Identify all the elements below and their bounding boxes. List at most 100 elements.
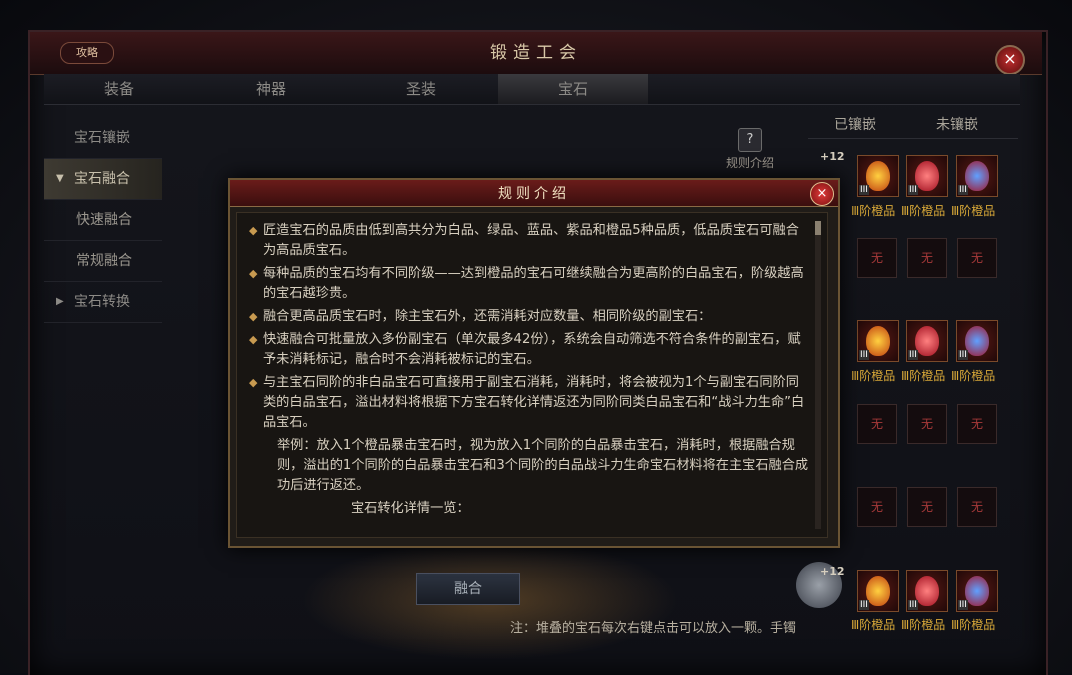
- gem-level-badge: III: [958, 185, 968, 195]
- gem-label: Ⅲ阶橙品: [951, 618, 996, 632]
- life-gem-icon: [915, 576, 939, 606]
- gem-label: Ⅲ阶橙品: [901, 369, 946, 383]
- rule-paragraph: ◆ 融合更高品质宝石时，除主宝石外，还需消耗对应数量、相同阶级的副宝石：: [249, 307, 809, 327]
- gem-slot[interactable]: III: [857, 155, 899, 197]
- bracelet-enhance-level: +12: [820, 565, 845, 578]
- empty-slot[interactable]: 无: [907, 487, 947, 527]
- gem-label: Ⅲ阶橙品: [851, 618, 896, 632]
- dialog-body: ◆ 匠造宝石的品质由低到高共分为白品、绿品、蓝品、紫品和橙品5种品质，低品质宝石可…: [236, 212, 828, 538]
- gem-slot[interactable]: III: [906, 155, 948, 197]
- life-gem-icon: [915, 326, 939, 356]
- defense-gem-icon: [965, 161, 989, 191]
- empty-slot[interactable]: 无: [907, 404, 947, 444]
- hint-note: 注：堆叠的宝石每次右键点击可以放入一颗。手镯: [510, 621, 797, 636]
- right-tab-bar: 已镶嵌 未镶嵌: [808, 110, 1018, 139]
- empty-slot[interactable]: 无: [857, 238, 897, 278]
- close-icon[interactable]: ×: [810, 182, 834, 206]
- rules-text: ◆ 匠造宝石的品质由低到高共分为白品、绿品、蓝品、紫品和橙品5种品质，低品质宝石可…: [249, 221, 809, 519]
- rule-example: 举例：放入1个橙品暴击宝石时，视为放入1个同阶的白品暴击宝石，消耗时，根据融合规…: [277, 438, 809, 493]
- gem-level-badge: III: [958, 600, 968, 610]
- gem-slot[interactable]: III: [956, 320, 998, 362]
- rule-text: 匠造宝石的品质由低到高共分为白品、绿品、蓝品、紫品和橙品5种品质，低品质宝石可融…: [263, 223, 799, 258]
- tab-not-inlaid[interactable]: 未镶嵌: [936, 114, 978, 134]
- empty-slot[interactable]: 无: [857, 487, 897, 527]
- crit-gem-icon: [866, 326, 890, 356]
- gem-label: Ⅲ阶橙品: [851, 369, 896, 383]
- gem-slot[interactable]: III: [956, 570, 998, 612]
- sidebar-item-gem-convert[interactable]: ▶ 宝石转换: [44, 282, 162, 323]
- gem-label: Ⅲ阶橙品: [851, 204, 896, 218]
- rule-text: 融合更高品质宝石时，除主宝石外，还需消耗对应数量、相同阶级的副宝石：: [263, 309, 712, 324]
- rule-paragraph: ◆ 匠造宝石的品质由低到高共分为白品、绿品、蓝品、紫品和橙品5种品质，低品质宝石可…: [249, 221, 809, 261]
- tab-inlaid[interactable]: 已镶嵌: [834, 114, 876, 134]
- rule-intro-button[interactable]: ? 规则介绍: [722, 128, 778, 171]
- gem-label: Ⅲ阶橙品: [951, 369, 996, 383]
- rules-dialog: 规则介绍 × ◆ 匠造宝石的品质由低到高共分为白品、绿品、蓝品、紫品和橙品5种品质…: [228, 178, 840, 548]
- guide-button[interactable]: 攻略: [60, 42, 114, 64]
- tab-bar: 装备 神器 圣装 宝石: [44, 74, 1020, 105]
- gem-level-badge: III: [958, 350, 968, 360]
- rule-text: 快速融合可批量放入多份副宝石（单次最多42份），系统会自动筛选不符合条件的副宝石…: [263, 332, 801, 367]
- gem-level-badge: III: [908, 185, 918, 195]
- sidebar-item-label: 快速融合: [76, 212, 132, 228]
- window-title: 锻造工会: [490, 43, 582, 63]
- gem-level-badge: III: [859, 600, 869, 610]
- gem-slot[interactable]: III: [906, 320, 948, 362]
- sidebar-item-label: 宝石镶嵌: [74, 130, 130, 146]
- dialog-title: 规则介绍: [498, 186, 570, 202]
- gem-level-badge: III: [859, 185, 869, 195]
- empty-slot[interactable]: 无: [957, 404, 997, 444]
- crit-gem-icon: [866, 576, 890, 606]
- tab-gem[interactable]: 宝石: [498, 74, 648, 104]
- gem-label: Ⅲ阶橙品: [901, 618, 946, 632]
- question-icon: ?: [738, 128, 762, 152]
- empty-slot[interactable]: 无: [957, 487, 997, 527]
- rule-text: 与主宝石同阶的非白品宝石可直接用于副宝石消耗，消耗时，将会被视为1个与副宝石同阶…: [263, 375, 805, 430]
- rule-text: 每种品质的宝石均有不同阶级——达到橙品的宝石可继续融合为更高阶的白品宝石，阶级越…: [263, 266, 804, 301]
- gem-label: Ⅲ阶橙品: [951, 204, 996, 218]
- rule-intro-label: 规则介绍: [725, 156, 774, 170]
- diamond-bullet-icon: ◆: [249, 224, 258, 237]
- sidebar: 宝石镶嵌 ▼ 宝石融合 快速融合 常规融合 ▶ 宝石转换: [44, 118, 162, 323]
- tab-holy-gear[interactable]: 圣装: [346, 74, 496, 104]
- fuse-button[interactable]: 融合: [416, 573, 520, 605]
- empty-slot[interactable]: 无: [857, 404, 897, 444]
- diamond-bullet-icon: ◆: [249, 376, 258, 389]
- tab-artifact[interactable]: 神器: [196, 74, 346, 104]
- empty-slot[interactable]: 无: [907, 238, 947, 278]
- sidebar-item-label: 常规融合: [76, 253, 132, 269]
- sidebar-item-gem-fusion[interactable]: ▼ 宝石融合: [44, 159, 162, 200]
- gem-slot[interactable]: III: [956, 155, 998, 197]
- crit-gem-icon: [866, 161, 890, 191]
- enhance-level: +12: [820, 150, 845, 163]
- sidebar-item-gem-inlay[interactable]: 宝石镶嵌: [44, 118, 162, 159]
- chevron-down-icon: ▼: [56, 173, 64, 184]
- sidebar-item-normal-fusion[interactable]: 常规融合: [44, 241, 162, 282]
- rule-paragraph: ◆ 与主宝石同阶的非白品宝石可直接用于副宝石消耗，消耗时，将会被视为1个与副宝石同…: [249, 373, 809, 433]
- chevron-right-icon: ▶: [56, 296, 64, 307]
- defense-gem-icon: [965, 326, 989, 356]
- empty-slot[interactable]: 无: [957, 238, 997, 278]
- diamond-bullet-icon: ◆: [249, 267, 258, 280]
- sidebar-item-label: 宝石转换: [74, 294, 130, 310]
- gem-level-badge: III: [908, 600, 918, 610]
- defense-gem-icon: [965, 576, 989, 606]
- diamond-bullet-icon: ◆: [249, 310, 258, 323]
- diamond-bullet-icon: ◆: [249, 333, 258, 346]
- tab-equipment[interactable]: 装备: [44, 74, 194, 104]
- scrollbar[interactable]: [815, 221, 821, 529]
- sidebar-item-label: 宝石融合: [74, 171, 130, 187]
- gem-label: Ⅲ阶橙品: [901, 204, 946, 218]
- close-icon[interactable]: ×: [995, 45, 1025, 75]
- gem-slot[interactable]: III: [857, 320, 899, 362]
- gem-level-badge: III: [908, 350, 918, 360]
- conversion-table-title: 宝石转化详情一览：: [351, 501, 470, 516]
- rule-paragraph: ◆ 快速融合可批量放入多份副宝石（单次最多42份），系统会自动筛选不符合条件的副宝…: [249, 330, 809, 370]
- life-gem-icon: [915, 161, 939, 191]
- sidebar-item-quick-fusion[interactable]: 快速融合: [44, 200, 162, 241]
- scrollbar-thumb[interactable]: [815, 221, 821, 235]
- gem-slot[interactable]: III: [906, 570, 948, 612]
- gem-slot[interactable]: III: [857, 570, 899, 612]
- gem-level-badge: III: [859, 350, 869, 360]
- rule-paragraph: ◆ 每种品质的宝石均有不同阶级——达到橙品的宝石可继续融合为更高阶的白品宝石，阶级…: [249, 264, 809, 304]
